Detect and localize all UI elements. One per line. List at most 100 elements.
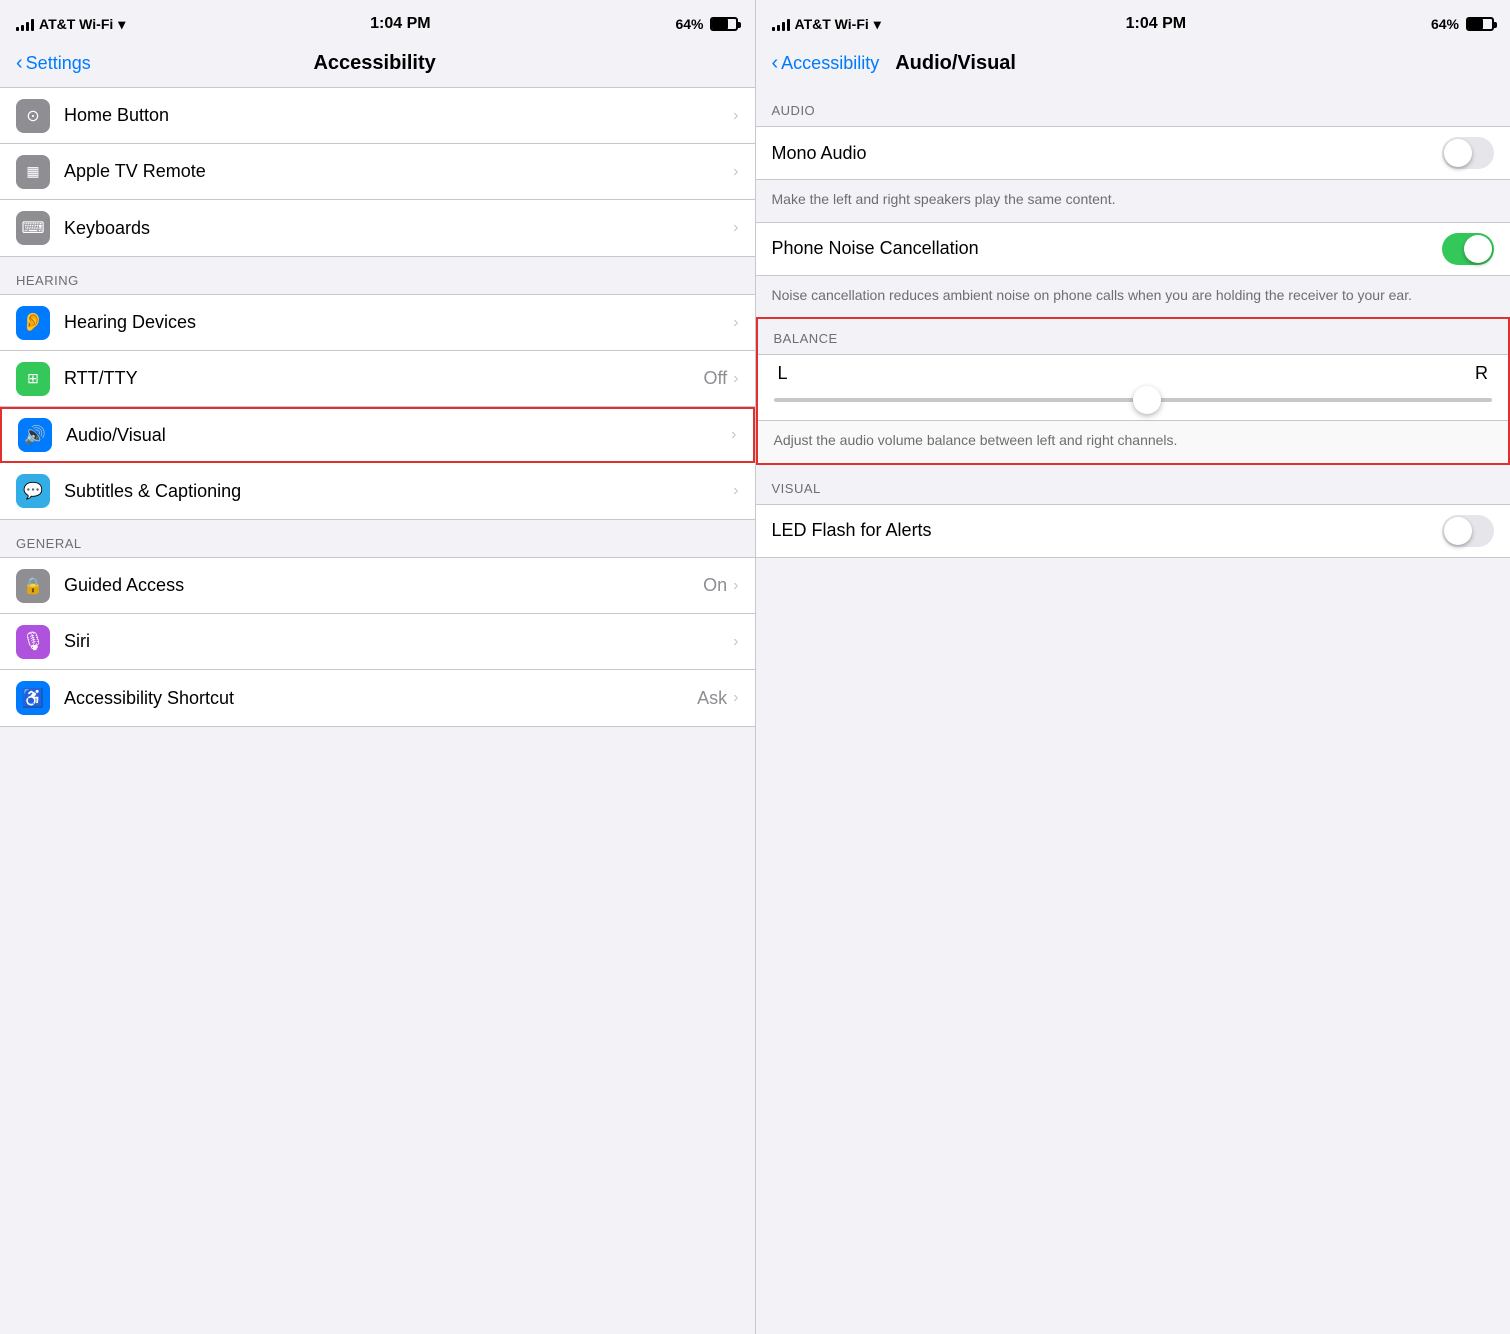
right-signal-bars [772,17,790,31]
audio-visual-chevron: › [731,426,736,444]
accessibility-shortcut-value: Ask [697,688,727,709]
audio-visual-label: Audio/Visual [66,425,731,446]
home-button-label: Home Button [64,105,733,126]
keyboards-icon-char: ⌨ [21,218,44,238]
balance-r-label: R [1475,363,1488,384]
rtt-tty-chevron: › [733,370,738,388]
right-back-chevron: ‹ [772,52,779,75]
guided-access-chevron: › [733,577,738,595]
led-flash-toggle[interactable] [1442,515,1494,547]
guided-access-icon: 🔒 [16,569,50,603]
hearing-devices-icon: 👂 [16,306,50,340]
right-signal-bar-1 [772,27,775,31]
left-nav-bar: ‹ Settings Accessibility [0,44,755,87]
audio-section-header: AUDIO [756,87,1510,126]
left-bottom-spacer [0,727,755,757]
mono-audio-desc: Make the left and right speakers play th… [756,180,1510,222]
hearing-devices-icon-char: 👂 [22,312,44,333]
right-back-label: Accessibility [781,53,879,74]
apple-tv-remote-chevron: › [733,163,738,181]
hearing-list-group: 👂 Hearing Devices › ⊞ RTT/TTY Off › 🔊 Au… [0,294,755,520]
mono-audio-row: Mono Audio [756,126,1510,180]
right-time: 1:04 PM [1126,15,1186,33]
right-signal-bar-2 [777,25,780,31]
phone-noise-desc: Noise cancellation reduces ambient noise… [756,276,1510,318]
right-battery-pct: 64% [1431,16,1459,32]
left-status-bar: AT&T Wi-Fi ▾ 1:04 PM 64% [0,0,755,44]
balance-slider-track[interactable] [774,398,1493,402]
right-back-button[interactable]: ‹ Accessibility [772,52,880,75]
home-button-item[interactable]: ⊙ Home Button › [0,88,755,144]
balance-slider-knob[interactable] [1133,386,1161,414]
rtt-tty-icon: ⊞ [16,362,50,396]
right-status-right: 64% [1431,16,1494,32]
hearing-devices-chevron: › [733,314,738,332]
balance-section: BALANCE L R Adjust the audio volume bala… [756,317,1510,465]
guided-access-icon-char: 🔒 [23,576,43,596]
rtt-tty-item[interactable]: ⊞ RTT/TTY Off › [0,351,755,407]
phone-noise-toggle[interactable] [1442,233,1494,265]
keyboards-item[interactable]: ⌨ Keyboards › [0,200,755,256]
accessibility-shortcut-item[interactable]: ♿ Accessibility Shortcut Ask › [0,670,755,726]
siri-item[interactable]: 🎙 Siri › [0,614,755,670]
left-back-chevron: ‹ [16,52,23,75]
subtitles-captioning-icon: 💬 [16,474,50,508]
siri-icon-char: 🎙 [22,631,45,652]
apple-tv-remote-label: Apple TV Remote [64,161,733,182]
left-battery-pct: 64% [675,16,703,32]
home-button-icon-char: ⊙ [26,106,39,126]
right-nav-title: Audio/Visual [895,52,1494,75]
right-status-bar: AT&T Wi-Fi ▾ 1:04 PM 64% [756,0,1510,44]
accessibility-shortcut-chevron: › [733,689,738,707]
phone-noise-row: Phone Noise Cancellation [756,222,1510,276]
visual-section-header: VISUAL [756,465,1510,504]
right-battery-icon [1466,17,1494,31]
balance-header: BALANCE [758,319,1509,355]
left-status-right: 64% [675,16,738,32]
guided-access-item[interactable]: 🔒 Guided Access On › [0,558,755,614]
right-carrier: AT&T Wi-Fi [795,16,869,32]
subtitles-captioning-item[interactable]: 💬 Subtitles & Captioning › [0,463,755,519]
signal-bars [16,17,34,31]
keyboards-chevron: › [733,219,738,237]
apple-tv-remote-item[interactable]: ▦ Apple TV Remote › [0,144,755,200]
guided-access-label: Guided Access [64,575,703,596]
mono-audio-toggle-knob [1444,139,1472,167]
apple-tv-remote-icon: ▦ [16,155,50,189]
left-battery-icon [710,17,738,31]
balance-slider-row [758,388,1509,421]
led-flash-label: LED Flash for Alerts [772,520,1443,541]
hearing-devices-item[interactable]: 👂 Hearing Devices › [0,295,755,351]
rtt-tty-icon-char: ⊞ [27,370,39,387]
right-scroll-content: AUDIO Mono Audio Make the left and right… [756,87,1510,1334]
subtitles-captioning-chevron: › [733,482,738,500]
mono-audio-label: Mono Audio [772,143,1443,164]
siri-label: Siri [64,631,733,652]
signal-bar-4 [31,19,34,31]
audio-visual-icon: 🔊 [18,418,52,452]
audio-visual-item[interactable]: 🔊 Audio/Visual › [0,407,755,463]
left-status-left: AT&T Wi-Fi ▾ [16,16,125,33]
mono-audio-toggle[interactable] [1442,137,1494,169]
left-battery-fill [712,19,727,29]
phone-noise-label: Phone Noise Cancellation [772,238,1443,259]
home-button-icon: ⊙ [16,99,50,133]
home-button-chevron: › [733,107,738,125]
left-nav-title: Accessibility [91,52,659,75]
audio-visual-icon-char: 🔊 [24,425,46,446]
led-flash-toggle-knob [1444,517,1472,545]
subtitles-captioning-icon-char: 💬 [23,481,43,501]
accessibility-shortcut-icon: ♿ [16,681,50,715]
guided-access-value: On [703,575,727,596]
right-nav-bar: ‹ Accessibility Audio/Visual [756,44,1510,87]
left-time: 1:04 PM [370,15,430,33]
right-battery-fill [1468,19,1483,29]
rtt-tty-value: Off [703,368,727,389]
right-panel: AT&T Wi-Fi ▾ 1:04 PM 64% ‹ Accessibility… [756,0,1510,1334]
siri-chevron: › [733,633,738,651]
right-status-left: AT&T Wi-Fi ▾ [772,16,881,33]
left-carrier: AT&T Wi-Fi [39,16,113,32]
left-back-button[interactable]: ‹ Settings [16,52,91,75]
signal-bar-2 [21,25,24,31]
siri-icon: 🎙 [16,625,50,659]
